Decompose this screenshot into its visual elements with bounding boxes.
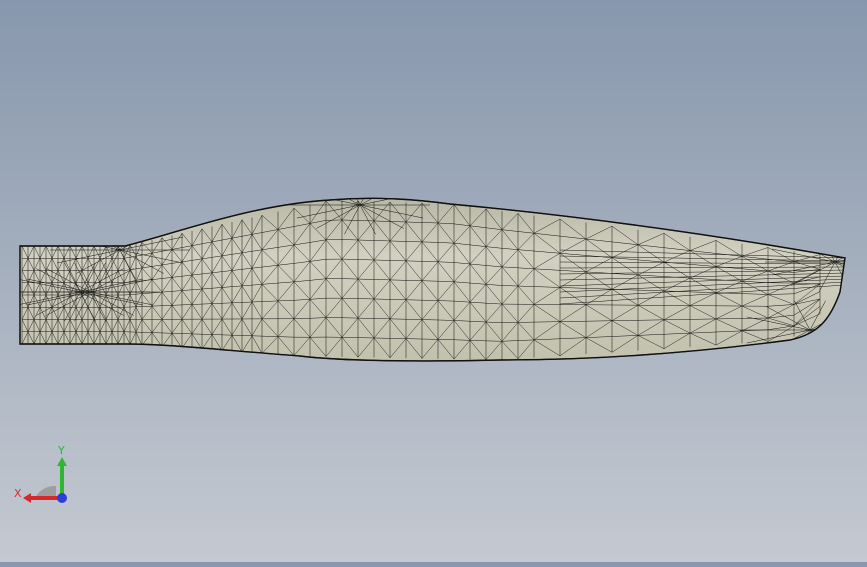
x-axis-label: X [14, 487, 22, 500]
x-axis-arrowhead [23, 493, 31, 503]
mesh-edge [810, 330, 867, 343]
graphics-viewport[interactable]: Y X [0, 0, 867, 562]
mesh-edge [810, 330, 826, 359]
mesh-edge [810, 330, 854, 353]
model-view [0, 0, 867, 562]
y-axis-arrowhead [57, 457, 67, 466]
z-axis-dot [57, 493, 67, 503]
axis-triad: Y X [14, 440, 76, 510]
y-axis-label: Y [57, 444, 65, 457]
